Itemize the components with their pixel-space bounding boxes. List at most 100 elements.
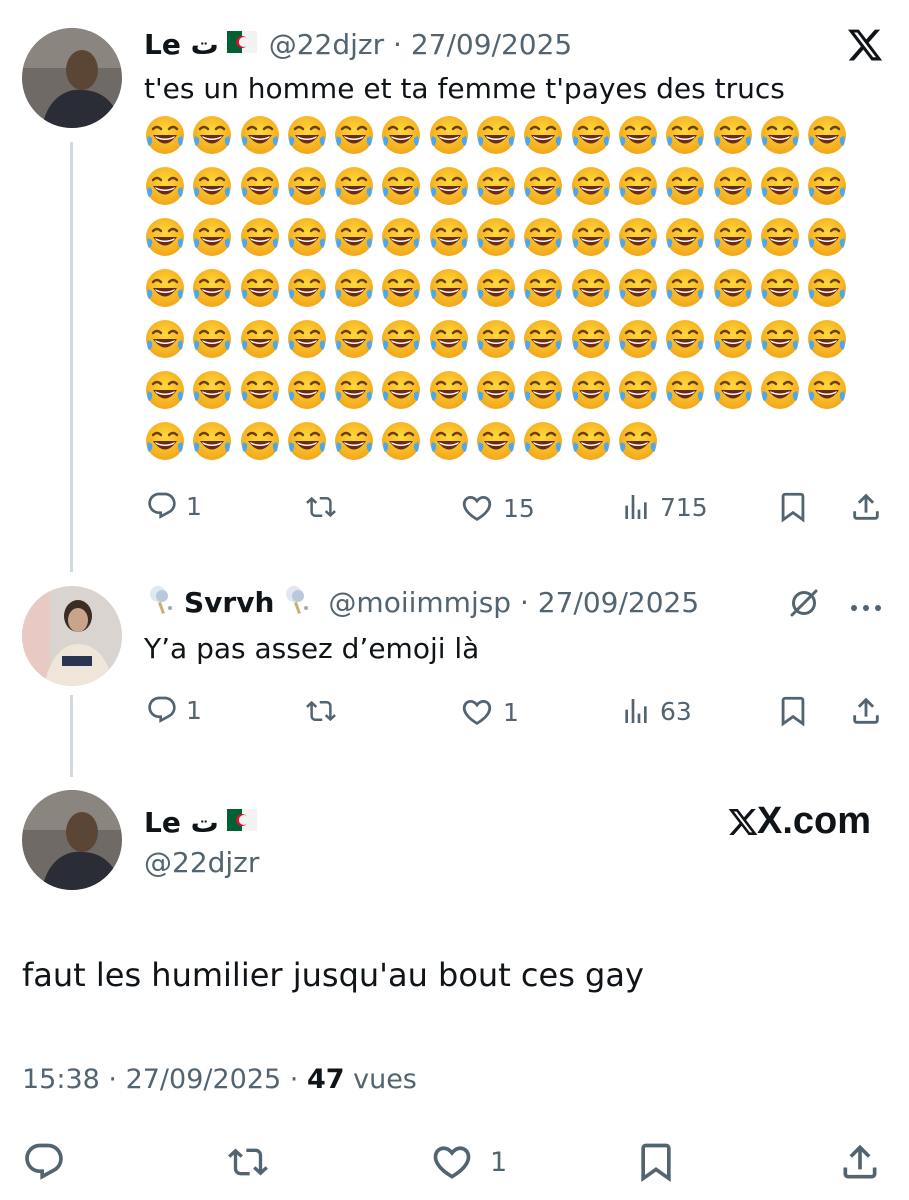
bookmark-icon [781,492,805,523]
tears-of-joy-emoji-icon [522,216,564,258]
tweet-text: Y’a pas assez d’emoji là [144,632,480,665]
tweet-date[interactable]: 27/09/2025 [126,1064,282,1095]
tears-of-joy-emoji-icon [191,114,233,156]
avatar[interactable] [22,790,122,890]
tears-of-joy-emoji-icon [617,267,659,309]
tears-of-joy-emoji-icon [333,165,375,207]
views-button[interactable]: 63 [620,695,692,727]
author-name[interactable]: Le ت [144,28,219,61]
bookmark-button[interactable] [776,694,810,728]
tears-of-joy-emoji-icon [664,369,706,411]
tears-of-joy-emoji-icon [806,318,848,360]
reply-button[interactable]: 1 [146,490,202,522]
tears-of-joy-emoji-icon [286,216,328,258]
tears-of-joy-emoji-icon [570,318,612,360]
tears-of-joy-emoji-icon [428,420,470,462]
tears-of-joy-emoji-icon [333,420,375,462]
views-button[interactable]: 715 [620,491,708,523]
tears-of-joy-emoji-icon [144,165,186,207]
avatar[interactable] [22,28,122,128]
tears-of-joy-emoji-icon [617,369,659,411]
tears-of-joy-emoji-icon [333,216,375,258]
avatar[interactable] [22,586,122,686]
tears-of-joy-emoji-icon [286,318,328,360]
tears-of-joy-emoji-icon [380,420,422,462]
tweet-header: Le ت @22djzr · 27/09/2025 [144,26,572,62]
author-handle[interactable]: @moiimmjsp [328,586,511,619]
thread-line-2 [70,695,73,777]
decoration-icon [144,582,180,622]
tears-of-joy-emoji-icon [333,318,375,360]
tweet-header: Svrvh @moiimmjsp · 27/09/2025 [144,583,699,621]
bookmark-button[interactable] [776,490,810,524]
views-count: 715 [660,492,708,522]
tears-of-joy-emoji-icon [522,369,564,411]
tears-of-joy-emoji-icon [380,114,422,156]
author-name[interactable]: Svrvh [184,586,274,619]
grok-icon[interactable] [786,585,822,625]
tears-of-joy-emoji-icon [522,165,564,207]
author-name[interactable]: Le ت [144,806,219,839]
tears-of-joy-emoji-icon [712,165,754,207]
like-count: 1 [503,697,519,727]
tears-of-joy-emoji-icon [380,216,422,258]
tweet-time[interactable]: 15:38 [22,1064,100,1095]
reply-icon [25,1143,63,1180]
tears-of-joy-emoji-icon [286,165,328,207]
tweet-date[interactable]: 27/09/2025 [538,586,699,619]
repost-icon [306,496,336,518]
tears-of-joy-emoji-icon [380,165,422,207]
tears-of-joy-emoji-icon [191,420,233,462]
bookmark-icon [781,696,805,727]
tears-of-joy-emoji-icon [144,369,186,411]
views-icon [625,699,647,723]
author-handle[interactable]: @22djzr [269,28,384,61]
repost-button[interactable] [303,696,339,726]
like-button[interactable]: 1 [459,695,519,729]
tweet-date[interactable]: 27/09/2025 [411,28,572,61]
like-count: 1 [490,1146,508,1178]
tears-of-joy-emoji-icon [664,216,706,258]
date-separator: · [511,585,538,619]
algeria-flag-icon [226,809,257,835]
tears-of-joy-emoji-icon [144,267,186,309]
tears-of-joy-emoji-icon [806,114,848,156]
reply-button[interactable]: 1 [146,694,202,726]
like-button[interactable]: 1 [428,1140,507,1184]
author-handle[interactable]: @22djzr [144,846,259,879]
xcom-brand: X.com [727,800,871,843]
tears-of-joy-emoji-icon [239,420,281,462]
tears-of-joy-emoji-icon [759,165,801,207]
tears-of-joy-emoji-icon [239,369,281,411]
tears-of-joy-emoji-icon [144,420,186,462]
share-button[interactable] [849,694,883,728]
tears-of-joy-emoji-icon [239,165,281,207]
tears-of-joy-emoji-icon [239,216,281,258]
tears-of-joy-emoji-icon [617,216,659,258]
tears-of-joy-emoji-icon [333,369,375,411]
like-icon [462,699,492,725]
more-icon[interactable] [848,598,884,617]
share-button[interactable] [849,490,883,524]
tears-of-joy-emoji-icon [712,318,754,360]
bookmark-button[interactable] [634,1140,678,1184]
repost-icon [306,700,336,722]
repost-button[interactable] [303,492,339,522]
x-logo-icon[interactable] [845,26,885,68]
tears-of-joy-emoji-icon [570,369,612,411]
tears-of-joy-emoji-icon [191,318,233,360]
like-icon [433,1146,471,1179]
repost-button[interactable] [224,1142,272,1182]
tears-of-joy-emoji-icon [570,114,612,156]
views-icon [625,495,647,519]
tears-of-joy-emoji-icon [286,267,328,309]
meta-separator: · [281,1064,307,1095]
reply-button[interactable] [22,1140,66,1184]
like-button[interactable]: 15 [459,491,535,525]
tears-of-joy-emoji-icon [759,318,801,360]
share-button[interactable] [838,1140,882,1184]
tears-of-joy-emoji-icon [712,369,754,411]
tears-of-joy-emoji-icon [806,267,848,309]
tears-of-joy-emoji-icon [617,114,659,156]
tears-of-joy-emoji-icon [191,216,233,258]
